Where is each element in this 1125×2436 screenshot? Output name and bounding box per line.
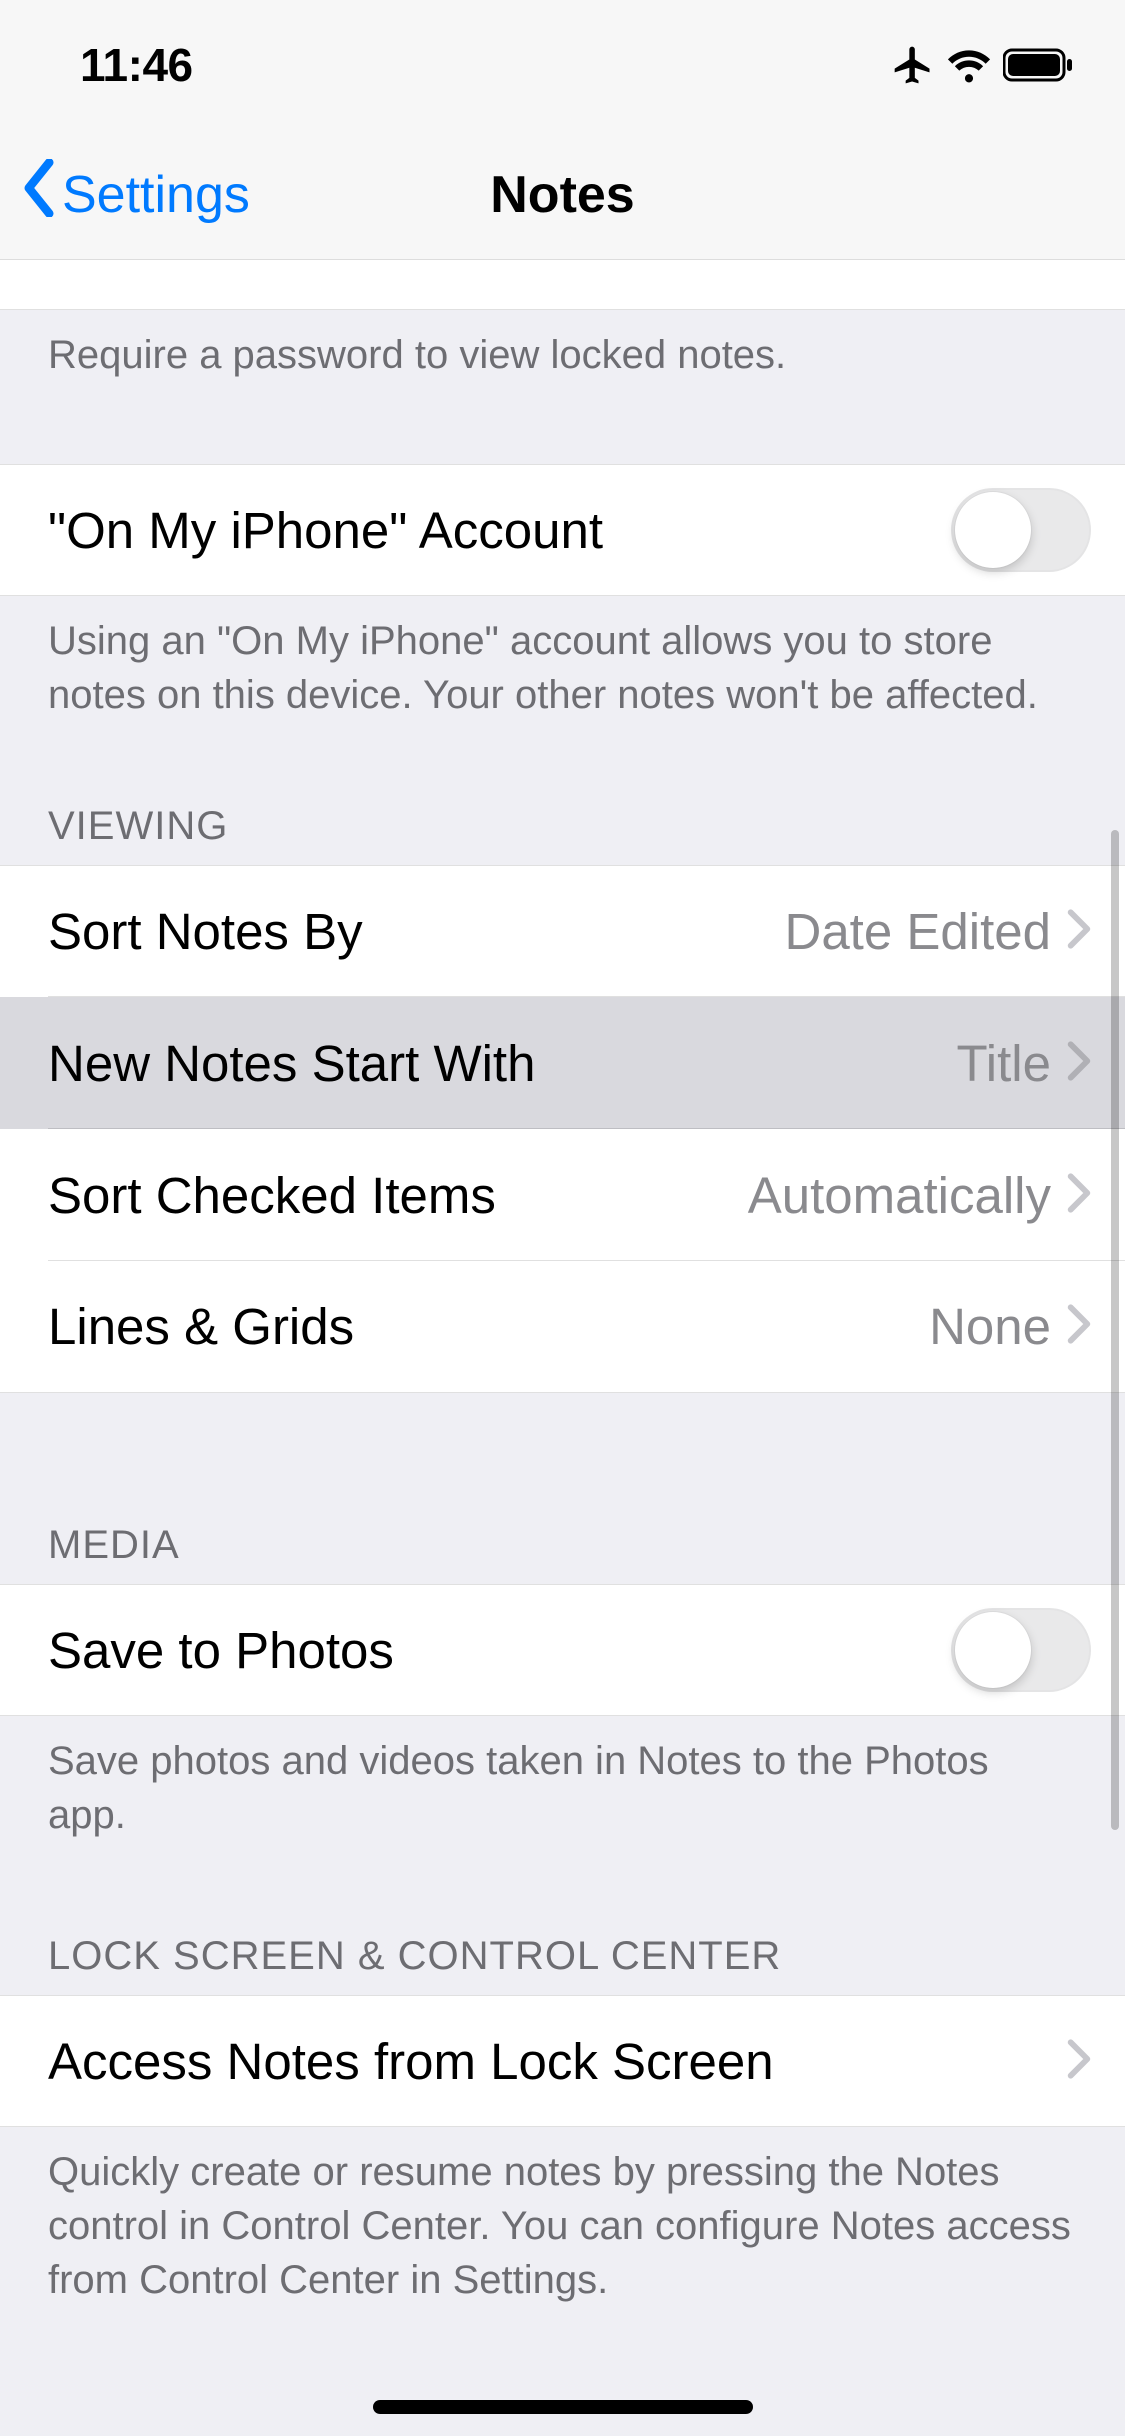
- sort-notes-value: Date Edited: [784, 902, 1051, 961]
- save-to-photos-toggle[interactable]: [951, 1608, 1091, 1692]
- save-to-photos-label: Save to Photos: [48, 1621, 951, 1680]
- lockscreen-header: LOCK SCREEN & CONTROL CENTER: [0, 1864, 1125, 1995]
- back-label: Settings: [62, 165, 250, 225]
- status-bar: 11:46: [0, 0, 1125, 130]
- new-notes-label: New Notes Start With: [48, 1034, 957, 1093]
- previous-group-bottom: [0, 260, 1125, 310]
- lines-grids-value: None: [929, 1297, 1051, 1356]
- home-indicator[interactable]: [373, 2400, 753, 2414]
- battery-icon: [1003, 47, 1075, 83]
- lines-grids-label: Lines & Grids: [48, 1297, 929, 1356]
- nav-bar: Settings Notes: [0, 130, 1125, 260]
- new-notes-value: Title: [957, 1034, 1051, 1093]
- on-my-iphone-label: "On My iPhone" Account: [48, 501, 951, 560]
- on-my-iphone-account-row[interactable]: "On My iPhone" Account: [0, 464, 1125, 596]
- on-my-iphone-footer: Using an "On My iPhone" account allows y…: [0, 596, 1125, 744]
- media-header: MEDIA: [0, 1393, 1125, 1584]
- wifi-icon: [947, 46, 991, 84]
- back-button[interactable]: Settings: [0, 159, 250, 230]
- scroll-indicator[interactable]: [1111, 830, 1119, 1830]
- password-footer: Require a password to view locked notes.: [0, 310, 1125, 404]
- chevron-left-icon: [20, 159, 62, 230]
- chevron-right-icon: [1067, 902, 1091, 961]
- airplane-mode-icon: [891, 43, 935, 87]
- status-icons: [891, 43, 1085, 87]
- access-notes-label: Access Notes from Lock Screen: [48, 2032, 1067, 2091]
- viewing-header: VIEWING: [0, 744, 1125, 865]
- on-my-iphone-toggle[interactable]: [951, 488, 1091, 572]
- status-time: 11:46: [80, 38, 193, 92]
- lockscreen-footer: Quickly create or resume notes by pressi…: [0, 2127, 1125, 2329]
- content: Require a password to view locked notes.…: [0, 260, 1125, 2329]
- access-notes-lock-screen-row[interactable]: Access Notes from Lock Screen: [0, 1995, 1125, 2127]
- sort-notes-by-row[interactable]: Sort Notes By Date Edited: [0, 865, 1125, 997]
- lines-grids-row[interactable]: Lines & Grids None: [0, 1261, 1125, 1393]
- chevron-right-icon: [1067, 2032, 1091, 2091]
- sort-checked-label: Sort Checked Items: [48, 1166, 748, 1225]
- sort-notes-label: Sort Notes By: [48, 902, 784, 961]
- chevron-right-icon: [1067, 1166, 1091, 1225]
- sort-checked-items-row[interactable]: Sort Checked Items Automatically: [0, 1129, 1125, 1261]
- chevron-right-icon: [1067, 1297, 1091, 1356]
- media-footer: Save photos and videos taken in Notes to…: [0, 1716, 1125, 1864]
- sort-checked-value: Automatically: [748, 1166, 1051, 1225]
- new-notes-start-with-row[interactable]: New Notes Start With Title: [0, 997, 1125, 1129]
- chevron-right-icon: [1067, 1034, 1091, 1093]
- save-to-photos-row[interactable]: Save to Photos: [0, 1584, 1125, 1716]
